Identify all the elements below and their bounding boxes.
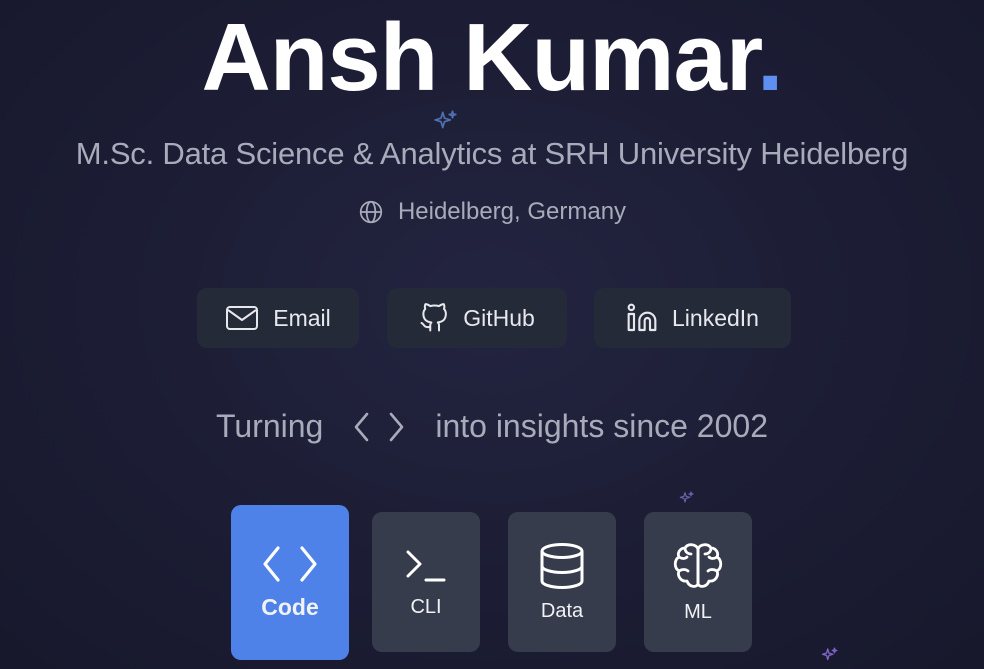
mail-icon [226,306,259,330]
terminal-icon [406,550,446,581]
brain-icon [673,542,723,588]
tile-data-label: Data [540,599,584,622]
sparkle-icon [434,110,457,129]
linkedin-button[interactable]: LinkedIn [594,288,791,348]
email-button-label: Email [273,304,331,331]
skill-tiles: Code CLI Data ML [0,505,984,665]
tile-data[interactable]: Data [508,512,616,652]
tagline: Turning into insights since 2002 [0,408,984,445]
tagline-after: into insights since 2002 [435,408,768,444]
tile-ml[interactable]: ML [644,512,752,652]
hero-subtitle: M.Sc. Data Science & Analytics at SRH Un… [75,136,909,171]
tagline-before: Turning [216,408,324,444]
globe-icon [359,200,383,224]
social-links: Email GitHub LinkedIn [0,288,984,348]
tile-cli[interactable]: CLI [372,512,480,652]
tile-cli-label: CLI [410,595,442,618]
location: Heidelberg, Germany [0,198,984,226]
email-button[interactable]: Email [197,288,359,348]
code-brackets-icon [353,410,405,444]
tile-code-label: Code [261,594,319,620]
hero-name-dot: . [756,4,784,111]
hero-name: Ansh Kumar. [0,3,984,113]
linkedin-button-label: LinkedIn [672,304,759,331]
github-button[interactable]: GitHub [387,288,567,348]
github-icon [420,303,448,332]
linkedin-icon [627,303,657,332]
github-button-label: GitHub [463,304,535,331]
code-brackets-icon [263,546,317,582]
tile-ml-label: ML [684,600,712,623]
database-icon [540,542,584,589]
tile-code[interactable]: Code [231,505,349,660]
location-text: Heidelberg, Germany [397,198,627,225]
hero-name-text: Ansh Kumar [201,4,757,111]
sparkle-icon [679,491,694,503]
